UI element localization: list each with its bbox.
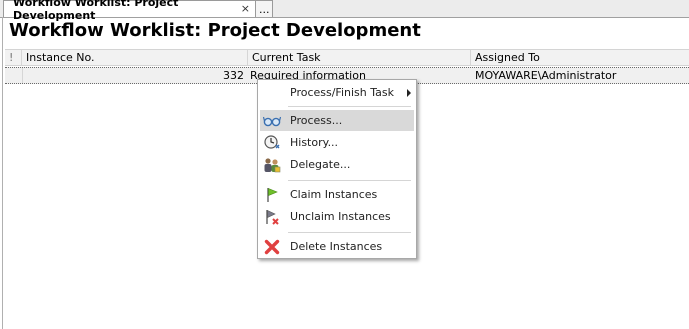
menu-item-process[interactable]: Process... [260, 110, 414, 131]
context-menu: Process/Finish Task Process... History..… [257, 79, 417, 259]
menu-item-label: Delete Instances [290, 240, 383, 253]
menu-separator [288, 232, 411, 233]
column-header-assigned-to[interactable]: Assigned To [471, 50, 689, 65]
flag-red-x-icon [263, 208, 281, 225]
menu-item-delegate[interactable]: Delegate... [260, 154, 414, 175]
tab-strip: Workflow Worklist: Project Development ×… [0, 0, 689, 22]
menu-item-label: Delegate... [290, 158, 351, 171]
panel-border [2, 17, 3, 329]
page-title: Workflow Worklist: Project Development [9, 20, 421, 41]
menu-item-process-finish-task[interactable]: Process/Finish Task [260, 82, 414, 103]
menu-item-label: Claim Instances [290, 188, 378, 201]
menu-item-label: Unclaim Instances [290, 210, 391, 223]
column-header-instance-no[interactable]: Instance No. [22, 50, 248, 65]
menu-item-history[interactable]: History... [260, 132, 414, 153]
users-icon [263, 156, 281, 173]
menu-item-label: Process... [290, 114, 343, 127]
submenu-arrow-icon [407, 89, 411, 97]
menu-item-label: History... [290, 136, 339, 149]
clock-icon [263, 134, 281, 151]
column-header-current-task[interactable]: Current Task [248, 50, 471, 65]
menu-item-unclaim-instances[interactable]: Unclaim Instances [260, 206, 414, 227]
cell-instance-no: 332 [223, 69, 244, 82]
cell-assigned-to: MOYAWARE\Administrator [475, 69, 617, 82]
tab-label: Workflow Worklist: Project Development [13, 0, 179, 22]
grid-header: ! Instance No. Current Task Assigned To [5, 49, 689, 66]
close-icon[interactable]: × [241, 2, 250, 15]
tab-overflow[interactable]: ... [255, 0, 273, 17]
tab-workflow-worklist[interactable]: Workflow Worklist: Project Development × [3, 0, 256, 22]
tab-overflow-label: ... [259, 2, 270, 16]
green-flag-icon [263, 186, 281, 203]
menu-item-claim-instances[interactable]: Claim Instances [260, 184, 414, 205]
red-x-icon [263, 238, 281, 255]
menu-item-label: Process/Finish Task [290, 86, 394, 99]
flag-column-header[interactable]: ! [5, 50, 22, 65]
menu-item-delete-instances[interactable]: Delete Instances [260, 236, 414, 257]
glasses-icon [263, 112, 281, 129]
menu-separator [288, 180, 411, 181]
menu-separator [288, 106, 411, 107]
